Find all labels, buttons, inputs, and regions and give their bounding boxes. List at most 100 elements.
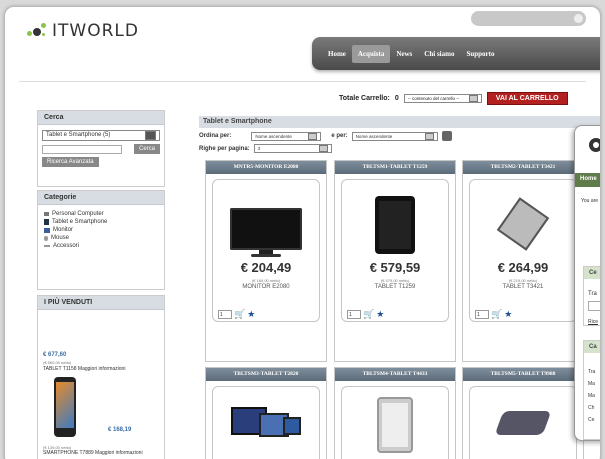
bestsellers-panel: I PIÙ VENDUTI € 677,60 (€ 560,00 netto) … [37, 295, 165, 459]
nav-chi-siamo[interactable]: Chi siamo [418, 45, 460, 63]
rows-select[interactable]: 3 [253, 144, 332, 153]
product-price: € 264,99 [497, 260, 549, 275]
advanced-search-button[interactable]: Ricerca Avanzata [42, 157, 99, 167]
product-image-tablet[interactable] [496, 196, 550, 252]
logo-text: ITWORLD [52, 21, 139, 41]
overlay-panel-title: Ca [584, 341, 600, 353]
product-image-tablet[interactable] [377, 397, 413, 453]
bestseller-price: € 168,19 [108, 427, 132, 433]
category-item-mouse[interactable]: Mouse [38, 234, 164, 242]
product-image-tablet[interactable] [231, 403, 301, 443]
cart-add-icon[interactable]: 🛒 [234, 309, 245, 320]
cart-add-icon[interactable]: 🛒 [491, 309, 502, 320]
chevron-down-icon [318, 145, 328, 152]
overlay-select[interactable]: Tra [588, 291, 597, 297]
overlay-list-item[interactable]: Ma [588, 381, 595, 387]
search-button[interactable]: Cerca [133, 144, 160, 154]
nav-supporto[interactable]: Supporto [460, 45, 500, 63]
overlay-nav-home[interactable]: Home [575, 173, 600, 187]
quantity-input[interactable]: 1 [475, 310, 489, 319]
mouse-icon [44, 235, 48, 241]
monitor-icon [44, 227, 50, 233]
product-name: TABLET T3421 [502, 284, 544, 290]
product-name: MONITOR E2080 [242, 284, 290, 290]
product-header[interactable]: TBLTSM4-TABLET T4433 [335, 368, 455, 381]
page-title: Tablet e Smartphone [199, 116, 600, 128]
bestseller-name[interactable]: TABLET T1158 Maggiori informazioni [43, 366, 125, 372]
cart-add-icon[interactable]: 🛒 [363, 309, 374, 320]
cart-select[interactable]: -- contenuto del carrello -- [403, 94, 482, 103]
logo[interactable]: ITWORLD [27, 21, 139, 41]
search-icon[interactable] [574, 14, 583, 23]
product-image-tablet[interactable] [493, 409, 553, 439]
overlay-link[interactable]: Rice [588, 319, 598, 325]
nav-news[interactable]: News [390, 45, 418, 63]
gear-icon [585, 134, 600, 156]
overlay-breadcrumb: You are [581, 198, 599, 204]
secondary-order-select[interactable]: Nome ascendente [351, 131, 438, 141]
header-divider [19, 81, 586, 82]
product-image-tablet[interactable] [375, 196, 415, 254]
category-item-tablet[interactable]: Tablet e Smartphone [38, 218, 164, 226]
wishlist-icon[interactable]: ★ [247, 309, 255, 320]
tablet-icon [44, 219, 49, 225]
chevron-down-icon [145, 131, 156, 140]
top-search-field[interactable] [471, 11, 586, 26]
order-row: Ordina per: Nome ascendente e per: Nome … [199, 131, 452, 141]
play-icon[interactable] [441, 131, 452, 141]
product-netto: (€ 169,00 netto) [251, 278, 281, 283]
product-header[interactable]: TBLTSM1-TABLET T1259 [335, 161, 455, 174]
search-input[interactable] [42, 144, 122, 154]
quantity-input[interactable]: 1 [218, 310, 232, 319]
product-price: € 204,49 [240, 260, 292, 275]
product-card: TBLTSM1-TABLET T1259 € 579,59 (€ 479,00 … [334, 160, 456, 362]
product-card: TBLTSM5-TABLET T9988 [462, 367, 584, 459]
chevron-down-icon [468, 95, 478, 102]
overlay-panel-title: Ce [584, 267, 600, 279]
product-netto: (€ 219,00 netto) [508, 278, 538, 283]
category-item-monitor[interactable]: Monitor [38, 226, 164, 234]
product-card: TBLTSM3-TABLET T2820 [205, 367, 327, 459]
product-header[interactable]: TBLTSM3-TABLET T2820 [206, 368, 326, 381]
product-card: MNTR5-MONITOR E2080 € 204,49 (€ 169,00 n… [205, 160, 327, 362]
category-item-pc[interactable]: Personal Computer [38, 210, 164, 218]
category-select[interactable]: Tablet e Smartphone (5) [42, 130, 160, 141]
product-header[interactable]: TBLTSM5-TABLET T9988 [463, 368, 583, 381]
product-name: TABLET T1259 [374, 284, 416, 290]
bestseller-name[interactable]: SMARTPHONE T7889 Maggiori informazioni [43, 450, 143, 456]
overlay-list-item[interactable]: Ce [588, 417, 594, 423]
nav-home[interactable]: Home [322, 45, 352, 63]
accessories-icon [44, 245, 50, 247]
quantity-row: 1 🛒 ★ [475, 309, 512, 320]
overlay-list-item[interactable]: Ch [588, 405, 594, 411]
wishlist-icon[interactable]: ★ [376, 309, 384, 320]
bestseller-product-image[interactable] [54, 377, 76, 437]
quantity-input[interactable]: 1 [347, 310, 361, 319]
cart-bar: Totale Carrello: 0 -- contenuto del carr… [339, 92, 568, 105]
categories-panel: Categorie Personal Computer Tablet e Sma… [37, 190, 165, 290]
category-item-accessories[interactable]: Accessori [38, 242, 164, 250]
go-to-cart-button[interactable]: VAI AL CARRELLO [486, 92, 568, 105]
product-netto: (€ 479,00 netto) [380, 278, 410, 283]
main-nav: Home Acquista News Chi siamo Supporto [312, 37, 600, 70]
browser-page: ITWORLD Home Acquista News Chi siamo Sup… [4, 6, 601, 459]
chevron-down-icon [308, 132, 318, 140]
search-panel-title: Cerca [38, 111, 164, 125]
overlay-list-item[interactable]: Tra [588, 369, 595, 375]
cart-count: 0 [394, 95, 399, 102]
wishlist-icon[interactable]: ★ [504, 309, 512, 320]
nav-acquista[interactable]: Acquista [351, 44, 391, 63]
overlay-input[interactable] [588, 301, 600, 311]
product-image-monitor[interactable] [230, 208, 302, 260]
chevron-down-icon [424, 132, 434, 140]
product-header[interactable]: TBLTSM2-TABLET T3421 [463, 161, 583, 174]
search-panel: Cerca Tablet e Smartphone (5) Cerca Rice… [37, 110, 165, 187]
pc-icon [44, 212, 49, 216]
overlay-categories-panel: Ca Tra Ma Ma Ch Ce [583, 340, 600, 440]
logo-icon [27, 21, 49, 41]
overlay-list-item[interactable]: Ma [588, 393, 595, 399]
overlay-window: Home You are Ce Tra Rice Ca Tra Ma Ma Ch… [574, 125, 600, 441]
product-card: TBLTSM4-TABLET T4433 [334, 367, 456, 459]
order-select[interactable]: Nome ascendente [251, 131, 322, 141]
product-header[interactable]: MNTR5-MONITOR E2080 [206, 161, 326, 174]
